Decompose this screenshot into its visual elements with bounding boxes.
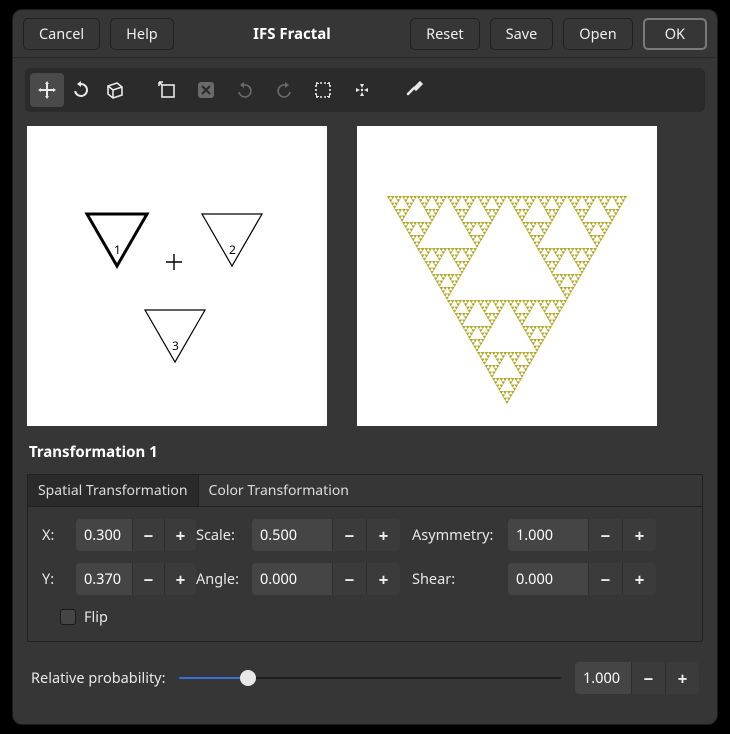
asymmetry-decrement-button[interactable]: −: [588, 519, 622, 551]
scale-spinbox[interactable]: − +: [252, 519, 412, 551]
shear-increment-button[interactable]: +: [622, 563, 656, 595]
probability-spinbox[interactable]: − +: [575, 662, 699, 694]
scale-label: Scale:: [196, 525, 252, 545]
flip-label: Flip: [84, 607, 108, 627]
section-title: Transformation 1: [25, 436, 705, 464]
x-input[interactable]: [76, 519, 132, 551]
open-button[interactable]: Open: [563, 18, 632, 50]
probability-increment-button[interactable]: +: [665, 662, 699, 694]
redo-icon: [267, 73, 301, 107]
shear-input[interactable]: [508, 563, 588, 595]
stretch-tool-icon[interactable]: [98, 73, 132, 107]
delete-transform-icon: [189, 73, 223, 107]
dialog-window: Cancel Help IFS Fractal Reset Save Open …: [12, 9, 718, 725]
new-transform-icon[interactable]: [150, 73, 184, 107]
preview-canvas: [357, 126, 657, 426]
asymmetry-increment-button[interactable]: +: [622, 519, 656, 551]
rotate-tool-icon[interactable]: [64, 73, 98, 107]
cancel-button[interactable]: Cancel: [23, 18, 100, 50]
angle-label: Angle:: [196, 569, 252, 589]
y-input[interactable]: [76, 563, 132, 595]
triangle-3-label: 3: [172, 337, 179, 354]
angle-decrement-button[interactable]: −: [332, 563, 366, 595]
shear-spinbox[interactable]: − +: [508, 563, 668, 595]
ok-button[interactable]: OK: [643, 18, 707, 50]
triangle-2-label: 2: [229, 241, 236, 258]
design-canvas[interactable]: 1 2 3: [27, 126, 327, 426]
asymmetry-input[interactable]: [508, 519, 588, 551]
angle-increment-button[interactable]: +: [366, 563, 400, 595]
triangle-1-label: 1: [114, 241, 121, 258]
x-spinbox[interactable]: − +: [76, 519, 196, 551]
y-increment-button[interactable]: +: [164, 563, 196, 595]
toolbar: [25, 68, 705, 112]
angle-spinbox[interactable]: − +: [252, 563, 412, 595]
probability-label: Relative probability:: [31, 668, 165, 688]
x-decrement-button[interactable]: −: [132, 519, 164, 551]
scale-input[interactable]: [252, 519, 332, 551]
y-label: Y:: [42, 569, 76, 589]
select-all-icon[interactable]: [306, 73, 340, 107]
y-decrement-button[interactable]: −: [132, 563, 164, 595]
move-tool-icon[interactable]: [30, 73, 64, 107]
titlebar: Cancel Help IFS Fractal Reset Save Open …: [13, 10, 717, 58]
probability-input[interactable]: [575, 662, 631, 694]
scale-increment-button[interactable]: +: [366, 519, 400, 551]
tab-color[interactable]: Color Transformation: [199, 475, 359, 506]
save-button[interactable]: Save: [490, 18, 554, 50]
help-button[interactable]: Help: [110, 18, 174, 50]
options-icon[interactable]: [397, 73, 431, 107]
shear-label: Shear:: [412, 569, 508, 589]
dialog-title: IFS Fractal: [184, 24, 400, 44]
reset-button[interactable]: Reset: [410, 18, 480, 50]
recenter-icon[interactable]: [345, 73, 379, 107]
transform-panel: Spatial Transformation Color Transformat…: [27, 474, 703, 642]
asymmetry-label: Asymmetry:: [412, 525, 508, 545]
content-area: 1 2 3 Transformation 1 Spatial Transform…: [13, 58, 717, 708]
angle-input[interactable]: [252, 563, 332, 595]
flip-checkbox[interactable]: [60, 609, 76, 625]
scale-decrement-button[interactable]: −: [332, 519, 366, 551]
x-label: X:: [42, 525, 76, 545]
probability-slider[interactable]: [179, 668, 561, 688]
y-spinbox[interactable]: − +: [76, 563, 196, 595]
undo-icon: [228, 73, 262, 107]
probability-decrement-button[interactable]: −: [631, 662, 665, 694]
tab-spatial[interactable]: Spatial Transformation: [28, 475, 199, 506]
x-increment-button[interactable]: +: [164, 519, 196, 551]
shear-decrement-button[interactable]: −: [588, 563, 622, 595]
asymmetry-spinbox[interactable]: − +: [508, 519, 668, 551]
